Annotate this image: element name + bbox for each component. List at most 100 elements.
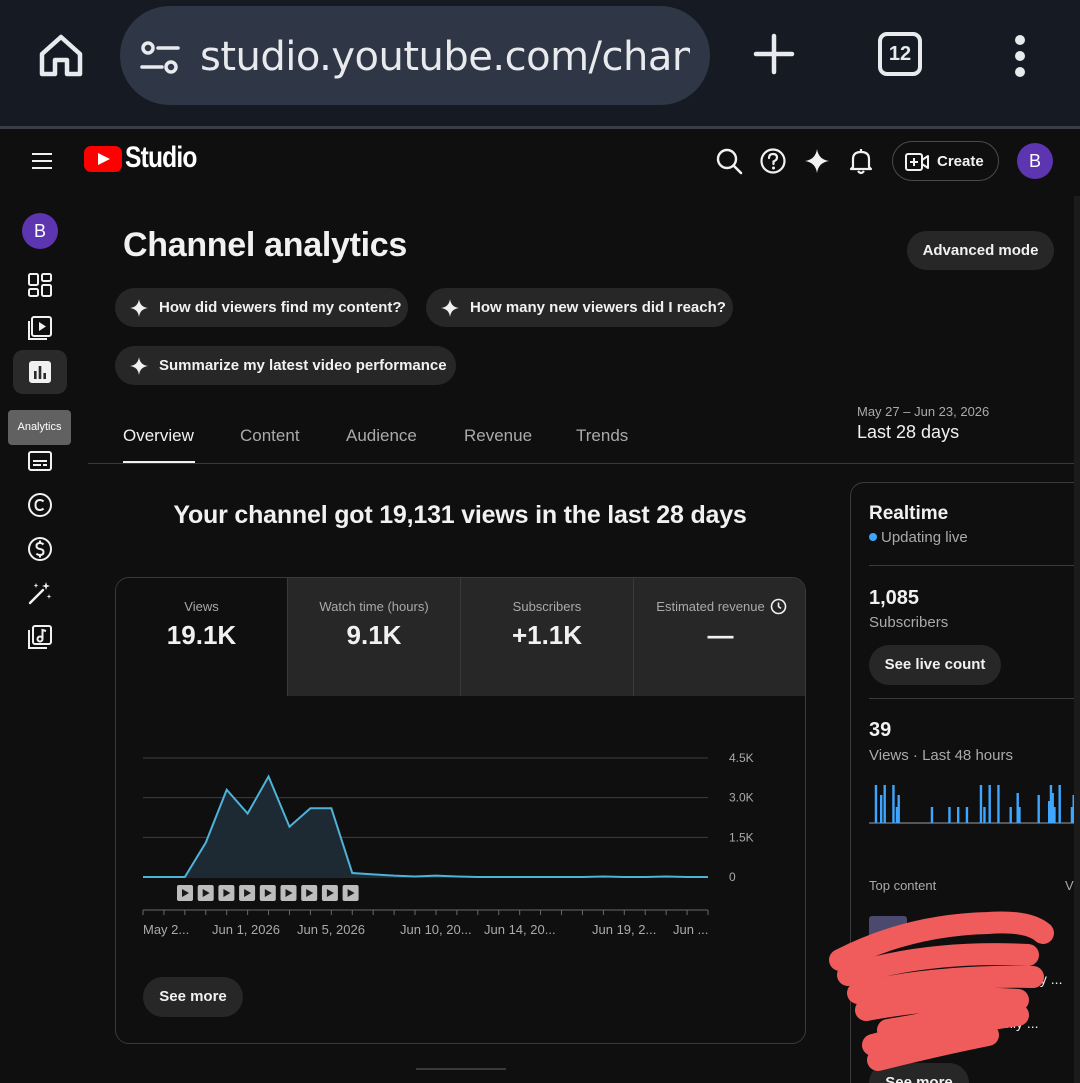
realtime-title: Realtime [869, 503, 949, 524]
customization-icon[interactable] [26, 579, 54, 607]
date-range[interactable]: May 27 – Jun 23, 2026 [857, 404, 989, 419]
metric-estimated-revenue[interactable]: Estimated revenue — [634, 578, 805, 696]
advanced-mode-button[interactable]: Advanced mode [907, 231, 1054, 270]
audio-library-icon[interactable] [26, 623, 54, 651]
tab-revenue[interactable]: Revenue [464, 426, 532, 446]
tab-trends[interactable]: Trends [576, 426, 628, 446]
page-scrollbar[interactable] [1074, 196, 1080, 1083]
analytics-icon[interactable] [26, 358, 54, 386]
realtime-bar [983, 807, 986, 823]
browser-toolbar: studio.youtube.com/channe 12 [0, 0, 1080, 126]
top-content-label: Top content [869, 878, 937, 893]
realtime-bar [997, 785, 1000, 823]
realtime-bar [1053, 807, 1056, 823]
copyright-icon[interactable] [26, 491, 54, 519]
chip-label: How did viewers find my content? [159, 299, 402, 316]
realtime-subscribers-label: Subscribers [869, 614, 949, 631]
see-more-button[interactable]: See more [143, 977, 243, 1017]
new-tab-icon[interactable] [752, 32, 796, 76]
realtime-views-chart[interactable] [869, 773, 1080, 853]
create-label: Create [937, 153, 984, 170]
x-tick-label: Jun 1, 2026 [212, 922, 280, 937]
tab-overview[interactable]: Overview [123, 426, 194, 446]
metric-label: Subscribers [512, 599, 582, 614]
realtime-bar [1009, 807, 1012, 823]
url-text[interactable]: studio.youtube.com/channe [200, 34, 690, 80]
realtime-bar [874, 785, 878, 823]
channel-avatar[interactable]: B [22, 213, 58, 249]
date-period-select[interactable]: Last 28 days [857, 422, 959, 443]
metric-label: Views [184, 599, 219, 614]
chip-label: How many new viewers did I reach? [470, 299, 726, 316]
realtime-bar [1037, 795, 1040, 823]
realtime-bar [892, 785, 895, 823]
x-tick-label: Jun 19, 2... [592, 922, 656, 937]
site-settings-icon[interactable] [140, 40, 180, 76]
realtime-bar [1018, 807, 1021, 823]
chip-new-viewers[interactable]: How many new viewers did I reach? [426, 288, 733, 327]
menu-icon[interactable] [30, 149, 54, 173]
sparkle-icon [441, 299, 459, 317]
x-tick-label: Jun 5, 2026 [297, 922, 365, 937]
earn-icon[interactable] [26, 535, 54, 563]
see-live-count-button[interactable]: See live count [869, 645, 1001, 685]
x-tick-label: Jun ... [673, 922, 708, 937]
sparkle-icon [130, 299, 148, 317]
realtime-subscribers-value: 1,085 [869, 587, 920, 609]
subtitles-icon[interactable] [26, 447, 54, 475]
studio-header: Studio Create B [0, 129, 1080, 193]
analytics-tooltip: Analytics [8, 410, 71, 445]
chip-summarize-video[interactable]: Summarize my latest video performance [115, 346, 456, 385]
dashboard-icon[interactable] [26, 271, 54, 299]
chip-viewers-find[interactable]: How did viewers find my content? [115, 288, 408, 327]
metric-watch-time[interactable]: Watch time (hours) 9.1K [288, 578, 461, 696]
realtime-bar [988, 785, 991, 823]
more-vert-icon[interactable] [1006, 34, 1034, 78]
y-tick-label: 1.5K [729, 830, 754, 844]
metric-value: 19.1K [166, 620, 237, 650]
tab-audience[interactable]: Audience [346, 426, 417, 446]
studio-logo-text[interactable]: Studio [125, 141, 197, 175]
realtime-bar [979, 785, 983, 823]
tab-switcher-button[interactable]: 12 [878, 32, 922, 76]
realtime-bar [957, 807, 960, 823]
x-tick-label: Jun 10, 20... [400, 922, 472, 937]
realtime-bar [948, 807, 951, 823]
metric-subscribers[interactable]: Subscribers +1.1K [461, 578, 634, 696]
realtime-divider [869, 698, 1080, 699]
page-title: Channel analytics [123, 226, 407, 264]
content-icon[interactable] [26, 314, 54, 342]
help-icon[interactable] [759, 147, 787, 175]
search-icon[interactable] [715, 147, 743, 175]
realtime-status: Updating live [869, 529, 968, 546]
realtime-bar [930, 807, 934, 823]
realtime-bar [965, 807, 969, 823]
video-camera-add-icon [905, 153, 929, 171]
clock-icon [770, 598, 787, 615]
x-tick-label: May 2... [143, 922, 189, 937]
metric-value: — [707, 620, 734, 650]
notifications-icon[interactable] [847, 147, 875, 175]
home-icon[interactable] [36, 30, 86, 80]
y-tick-label: 4.5K [729, 751, 754, 765]
y-tick-label: 3.0K [729, 791, 754, 805]
live-dot-icon [869, 533, 877, 541]
tabs-divider [88, 463, 1080, 464]
summary-headline: Your channel got 19,131 views in the las… [173, 501, 747, 529]
realtime-divider [869, 565, 1080, 566]
url-bar[interactable]: studio.youtube.com/channe [120, 6, 710, 105]
scroll-indicator [416, 1068, 506, 1070]
sparkle-icon[interactable] [803, 147, 831, 175]
account-avatar[interactable]: B [1017, 143, 1053, 179]
create-button[interactable]: Create [892, 141, 999, 181]
realtime-bar [883, 785, 886, 823]
realtime-bar [897, 795, 900, 823]
realtime-views-value: 39 [869, 719, 892, 741]
realtime-bar [1058, 785, 1061, 823]
chip-label: Summarize my latest video performance [159, 357, 447, 374]
youtube-logo-icon[interactable] [84, 146, 122, 172]
tab-content[interactable]: Content [240, 426, 300, 446]
metric-views[interactable]: Views 19.1K [116, 578, 288, 696]
metric-value: 9.1K [346, 620, 402, 650]
metric-label: Watch time (hours) [319, 599, 429, 614]
